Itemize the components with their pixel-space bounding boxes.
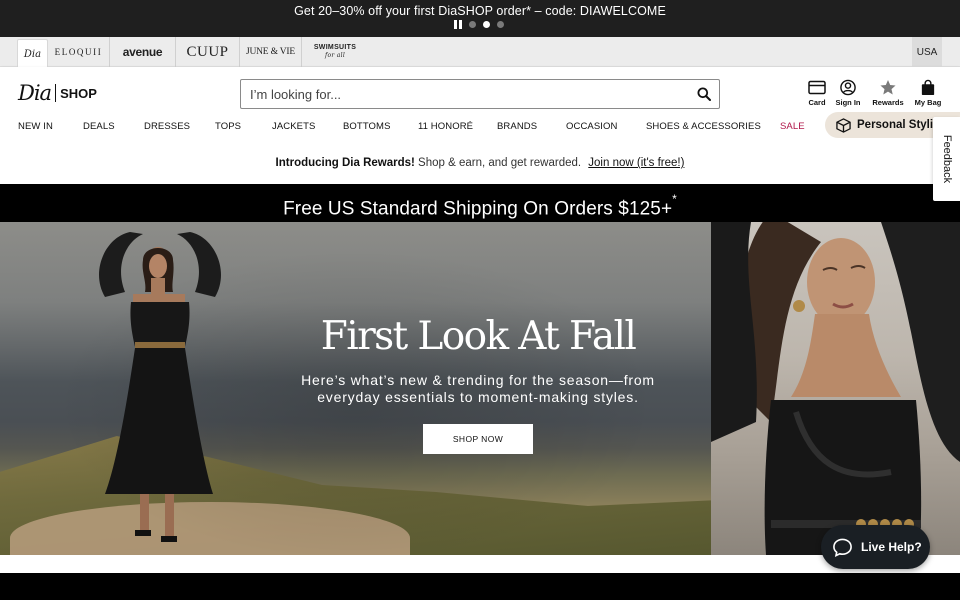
chat-bubble-icon: [833, 538, 852, 557]
nav-bottoms[interactable]: BOTTOMS: [343, 121, 391, 132]
bag-icon: [921, 79, 935, 96]
nav-dresses[interactable]: DRESSES: [144, 121, 190, 132]
hero-subtitle: Here’s what’s new & trending for the sea…: [248, 372, 708, 406]
dia-shop-logo[interactable]: Dia SHOP: [18, 81, 97, 105]
rewards-label: Rewards: [872, 98, 904, 107]
brand-tab-june-vie[interactable]: JUNE & VIE: [240, 37, 302, 67]
shipping-banner[interactable]: Free US Standard Shipping On Orders $125…: [0, 184, 960, 222]
carousel-dot[interactable]: [497, 21, 504, 28]
nav-11-honore[interactable]: 11 HONORÉ: [418, 121, 473, 132]
live-help-label: Live Help?: [861, 540, 922, 554]
logo-dia-text: Dia: [18, 81, 52, 105]
brand-tab-swimsuits-label: SWIMSUITS: [313, 44, 357, 51]
brand-tab-swimsuits-sub: for all: [324, 52, 346, 59]
sign-in-label: Sign In: [835, 98, 861, 107]
carousel-dot-active[interactable]: [483, 21, 490, 28]
logo-shop-text: SHOP: [60, 85, 97, 101]
main-nav: NEW IN DEALS DRESSES TOPS JACKETS BOTTOM…: [0, 112, 960, 140]
my-bag-link[interactable]: My Bag: [908, 79, 948, 107]
box-icon: [836, 117, 851, 133]
hero-side-image[interactable]: [711, 222, 960, 555]
nav-sale[interactable]: SALE: [780, 121, 805, 132]
hero-banner[interactable]: First Look At Fall Here’s what’s new & t…: [0, 222, 711, 555]
brand-tab-dia[interactable]: Dia: [17, 39, 48, 68]
nav-occasion[interactable]: OCCASION: [566, 121, 617, 132]
promo-bar: Get 20–30% off your first DiaSHOP order*…: [0, 0, 960, 37]
feedback-label: Feedback: [940, 134, 953, 184]
search-icon[interactable]: [697, 87, 711, 101]
promo-carousel-controls: [454, 20, 504, 29]
nav-jackets[interactable]: JACKETS: [272, 121, 315, 132]
shipping-text: Free US Standard Shipping On Orders $125…: [283, 198, 673, 220]
hero-subtitle-line-2: everyday essentials to moment-making sty…: [317, 389, 639, 405]
sign-in-link[interactable]: Sign In: [828, 79, 868, 107]
rewards-title: Introducing Dia Rewards!: [275, 157, 415, 169]
shop-now-button[interactable]: SHOP NOW: [423, 424, 533, 454]
rewards-join-link[interactable]: Join now (it's free!): [588, 157, 684, 169]
brand-tab-cuup[interactable]: CUUP: [176, 37, 240, 67]
nav-deals[interactable]: DEALS: [83, 121, 115, 132]
my-bag-label: My Bag: [914, 98, 942, 107]
brand-tab-swimsuits-for-all[interactable]: SWIMSUITS for all: [302, 37, 368, 67]
hero-copy: First Look At Fall Here’s what’s new & t…: [248, 315, 708, 454]
rewards-link[interactable]: Rewards: [868, 79, 908, 107]
country-selector[interactable]: USA: [912, 37, 942, 67]
search-input[interactable]: [250, 80, 690, 108]
search-box: [240, 79, 720, 109]
carousel-dot[interactable]: [469, 21, 476, 28]
credit-card-icon: [808, 80, 826, 95]
user-icon: [840, 79, 856, 96]
live-help-button[interactable]: Live Help?: [821, 525, 930, 569]
nav-brands[interactable]: BRANDS: [497, 121, 537, 132]
nav-shoes-accessories[interactable]: SHOES & ACCESSORIES: [646, 121, 761, 132]
pause-icon[interactable]: [454, 20, 462, 29]
rewards-text: Shop & earn, and get rewarded.: [418, 157, 582, 169]
site-header: Dia SHOP Card Sign In: [0, 67, 960, 143]
brand-tab-eloquii[interactable]: ELOQUII: [48, 37, 110, 67]
hero-model-closeup-image: [711, 222, 960, 555]
hero-subtitle-line-1: Here’s what’s new & trending for the sea…: [301, 372, 655, 388]
logo-divider: [55, 84, 57, 102]
next-section-banner: [0, 573, 960, 600]
feedback-tab[interactable]: Feedback: [933, 117, 960, 201]
hero-model-image: [99, 232, 221, 542]
brand-switcher: Dia ELOQUII avenue CUUP JUNE & VIE SWIMS…: [0, 37, 960, 68]
nav-new-in[interactable]: NEW IN: [18, 121, 53, 132]
section-gap: [0, 555, 960, 573]
hero-title: First Look At Fall: [320, 314, 637, 359]
rewards-banner: Introducing Dia Rewards! Shop & earn, an…: [0, 143, 960, 184]
shipping-footnote-mark: *: [672, 192, 677, 206]
brand-tab-avenue[interactable]: avenue: [110, 37, 176, 67]
promo-text[interactable]: Get 20–30% off your first DiaSHOP order*…: [0, 4, 960, 18]
star-icon: [880, 79, 896, 95]
nav-tops[interactable]: TOPS: [215, 121, 241, 132]
